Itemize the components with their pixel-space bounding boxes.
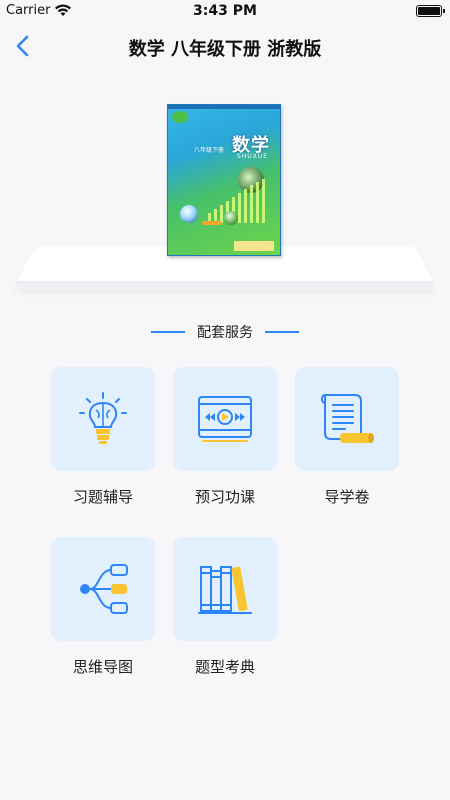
service-tile-preview-lesson[interactable] (173, 367, 277, 471)
service-tile-exercise-help[interactable] (51, 367, 155, 471)
clock: 3:43 PM (193, 3, 257, 19)
book-shelf-edge (16, 281, 434, 289)
status-bar: Carrier 3:43 PM (0, 0, 450, 22)
mind-map-icon (80, 564, 128, 614)
service-label-exercise-help: 习题辅导 (72, 488, 133, 506)
section-header: 配套服务 (0, 322, 450, 342)
service-label-study-guide: 导学卷 (324, 488, 370, 506)
service-label-question-types: 题型考典 (194, 658, 255, 676)
scroll-document-icon (321, 394, 374, 443)
section-title: 配套服务 (197, 325, 253, 341)
service-label-preview-lesson: 预习功课 (194, 488, 255, 506)
page-title: 数学 八年级下册 浙教版 (128, 39, 322, 60)
service-label-mind-map: 思维导图 (72, 658, 133, 676)
arrow-illustration-icon (202, 221, 222, 225)
book-subject-pinyin: SHUXUE (236, 153, 268, 160)
section-divider-left (151, 331, 185, 333)
publisher-badge-icon (172, 111, 188, 123)
navigation-bar: 数学 八年级下册 浙教版 (0, 22, 450, 70)
book-grade: 八年级下册 (194, 147, 225, 154)
service-tile-question-types[interactable] (173, 537, 277, 641)
sphere-illustration-icon (180, 205, 198, 223)
service-tile-mind-map[interactable] (51, 537, 155, 641)
bookshelf-icon (198, 566, 252, 614)
service-tile-study-guide[interactable] (295, 367, 399, 471)
book-cover[interactable]: 数学 SHUXUE 八年级下册 (167, 104, 281, 256)
sphere-small-illustration-icon (224, 211, 238, 225)
section-divider-right (265, 331, 299, 333)
battery-icon (416, 5, 445, 17)
publisher-strip (234, 241, 274, 251)
bar-illustration-icon (206, 179, 276, 223)
lightbulb-brain-icon (79, 392, 127, 444)
video-player-icon (198, 396, 252, 442)
